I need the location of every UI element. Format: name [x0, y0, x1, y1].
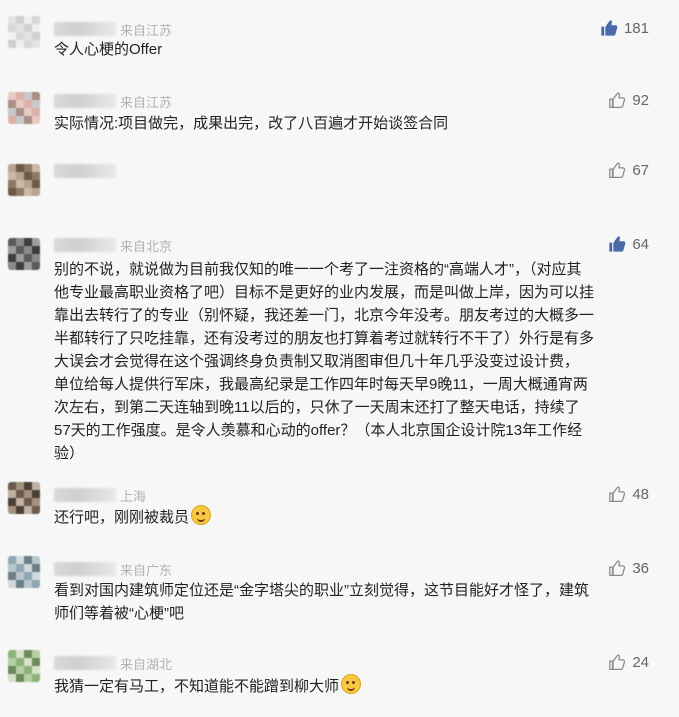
comment-text-span: 大误会才会觉得在这个强调终身负责制又取消图审但几十年几乎没变过设计费，: [54, 353, 580, 370]
like-button[interactable]: 92: [608, 90, 649, 110]
location-label: 来自江苏: [120, 22, 173, 38]
username-blurred[interactable]: [54, 656, 116, 670]
avatar[interactable]: [8, 92, 40, 124]
comment-text: 别的不说，就说做为目前我仅知的唯一一个考了一注资格的“高端人才”，（对应其 他专业…: [54, 258, 657, 465]
username-blurred[interactable]: [54, 94, 116, 108]
location-label: 来自广东: [120, 562, 173, 578]
like-count: 181: [623, 19, 649, 37]
comment-text: 实际情况:项目做完，成果出完，改了八百遍才开始谈签合同: [54, 112, 657, 135]
comment-text-span: 验）: [54, 445, 85, 462]
thumbs-up-icon: [608, 161, 626, 179]
comment-text-span: 令人心梗的Offer: [54, 41, 163, 58]
like-count: 64: [632, 235, 649, 253]
comment-text-span: 靠出去转行了的专业（别怀疑，我还差一门，北京今年没考。朋友考过的大概多一: [54, 307, 595, 324]
comment-text-line: 看到对国内建筑师定位还是“金字塔尖的职业”立刻觉得，这节目能好才怪了，建筑: [54, 579, 657, 602]
comment-header: 上海: [54, 486, 146, 504]
location-label: 上海: [120, 488, 147, 504]
thumbs-up-icon: [608, 559, 626, 577]
laughing-tears-emoji: [191, 505, 212, 525]
comment-text-line: 他专业最高职业资格了吧）目标不是更好的业内发展，而是叫做上岸，因为可以挂: [54, 281, 657, 304]
like-count: 92: [632, 91, 649, 109]
thumbs-up-icon: [608, 485, 626, 503]
location-label: 来自湖北: [120, 656, 173, 672]
comment-text-line: 别的不说，就说做为目前我仅知的唯一一个考了一注资格的“高端人才”，（对应其: [54, 258, 657, 281]
username-blurred[interactable]: [54, 488, 116, 502]
comment-text-span: 别的不说，就说做为目前我仅知的唯一一个考了一注资格的“高端人才”，（对应其: [54, 261, 582, 278]
comment-text-line: 验）: [54, 442, 657, 465]
comment-text-line: 半都转行了只吃挂靠，还有没考过的朋友也打算着考过就转行不干了）外行是有多: [54, 327, 657, 350]
comment-text-span: 半都转行了只吃挂靠，还有没考过的朋友也打算着考过就转行不干了）外行是有多: [54, 330, 595, 347]
username-blurred[interactable]: [54, 22, 116, 36]
location-label: 来自北京: [120, 238, 173, 254]
username-blurred[interactable]: [54, 238, 116, 252]
comment-text-line: 靠出去转行了的专业（别怀疑，我还差一门，北京今年没考。朋友考过的大概多一: [54, 304, 657, 327]
comment-text-line: 实际情况:项目做完，成果出完，改了八百遍才开始谈签合同: [54, 112, 657, 135]
location-label: 来自江苏: [120, 94, 173, 110]
comment-text-span: 看到对国内建筑师定位还是“金字塔尖的职业”立刻觉得，这节目能好才怪了，建筑: [54, 582, 589, 599]
comment-text-line: 大误会才会觉得在这个强调终身负责制又取消图审但几十年几乎没变过设计费，: [54, 350, 657, 373]
avatar[interactable]: [8, 556, 40, 588]
comment-text: 还行吧，刚刚被裁员: [54, 505, 657, 529]
avatar[interactable]: [8, 164, 40, 196]
comment-text-line: 师们等着被“心梗”吧: [54, 602, 657, 625]
comment-text-line: 57天的工作强度。是令人羡慕和心动的offer？（本人北京国企设计院13年工作经: [54, 419, 657, 442]
comment-text-span: 师们等着被“心梗”吧: [54, 605, 184, 622]
comment-text-line: 令人心梗的Offer: [54, 38, 657, 61]
comment-header: [54, 162, 116, 180]
comment-text-span: 还行吧，刚刚被裁员: [54, 509, 190, 526]
comment-text-span: 我猜一定有马工，不知道能不能蹭到柳大师: [54, 678, 340, 695]
dizzy-face-emoji: [341, 674, 362, 694]
thumbs-up-filled-icon: [608, 235, 626, 253]
like-button[interactable]: 24: [608, 652, 649, 672]
comment-text: 令人心梗的Offer: [54, 38, 657, 61]
like-count: 48: [632, 485, 649, 503]
like-count: 24: [632, 653, 649, 671]
thumbs-up-icon: [608, 91, 626, 109]
username-blurred[interactable]: [54, 164, 116, 178]
comment-text-line: 还行吧，刚刚被裁员: [54, 505, 657, 529]
comment-text-line: 我猜一定有马工，不知道能不能蹭到柳大师: [54, 674, 657, 698]
like-button[interactable]: 64: [608, 234, 649, 254]
comment-header: 来自江苏: [54, 92, 172, 110]
comment-text-line: 单位给每人提供行军床，我最高纪录是工作四年时每天早9晚11，一周大概通宵两: [54, 373, 657, 396]
like-button[interactable]: 67: [608, 160, 649, 180]
avatar[interactable]: [8, 238, 40, 270]
like-button[interactable]: 36: [608, 558, 649, 578]
like-button[interactable]: 48: [608, 484, 649, 504]
comment-header: 来自江苏: [54, 20, 172, 38]
comment-text-line: 次左右，到第二天连轴到晚11以后的，只休了一天周末还打了整天电话，持续了: [54, 396, 657, 419]
comment-text-span: 实际情况:项目做完，成果出完，改了八百遍才开始谈签合同: [54, 115, 449, 132]
comment-header: 来自广东: [54, 560, 172, 578]
comment-text: 看到对国内建筑师定位还是“金字塔尖的职业”立刻觉得，这节目能好才怪了，建筑 师们等…: [54, 579, 657, 625]
avatar[interactable]: [8, 16, 40, 48]
avatar[interactable]: [8, 482, 40, 514]
comment-header: 来自湖北: [54, 654, 172, 672]
comment-text-span: 单位给每人提供行军床，我最高纪录是工作四年时每天早9晚11，一周大概通宵两: [54, 376, 588, 393]
comment-text-span: 次左右，到第二天连轴到晚11以后的，只休了一天周末还打了整天电话，持续了: [54, 399, 580, 416]
like-count: 67: [632, 161, 649, 179]
avatar[interactable]: [8, 650, 40, 682]
thumbs-up-filled-icon: [600, 19, 618, 37]
username-blurred[interactable]: [54, 562, 116, 576]
like-button[interactable]: 181: [600, 18, 649, 38]
comment-header: 来自北京: [54, 236, 172, 254]
comment-text-span: 57天的工作强度。是令人羡慕和心动的offer？（本人北京国企设计院13年工作经: [54, 422, 583, 439]
thumbs-up-icon: [608, 653, 626, 671]
comment-text: 我猜一定有马工，不知道能不能蹭到柳大师: [54, 674, 657, 698]
like-count: 36: [632, 559, 649, 577]
comment-text-span: 他专业最高职业资格了吧）目标不是更好的业内发展，而是叫做上岸，因为可以挂: [54, 284, 595, 301]
